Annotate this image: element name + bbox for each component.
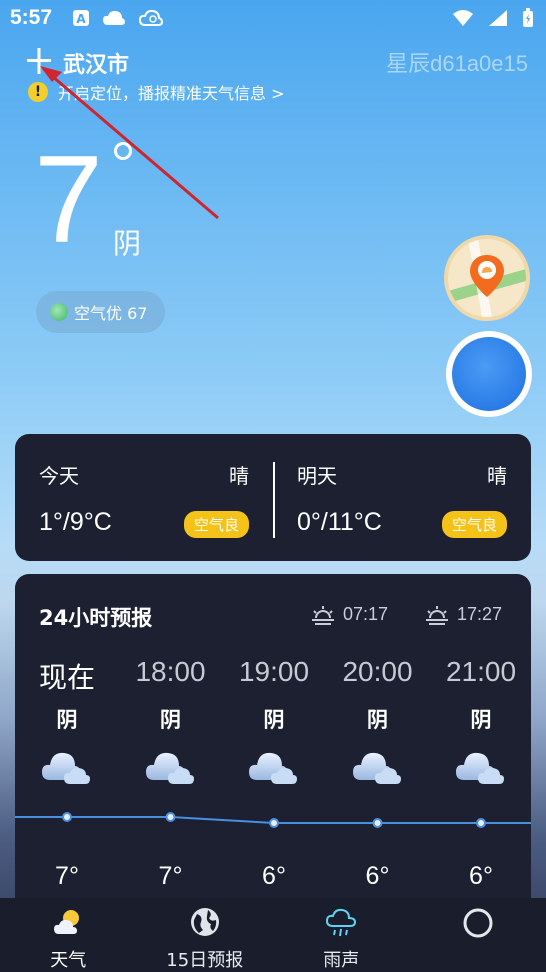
annotation-arrow xyxy=(40,66,219,220)
